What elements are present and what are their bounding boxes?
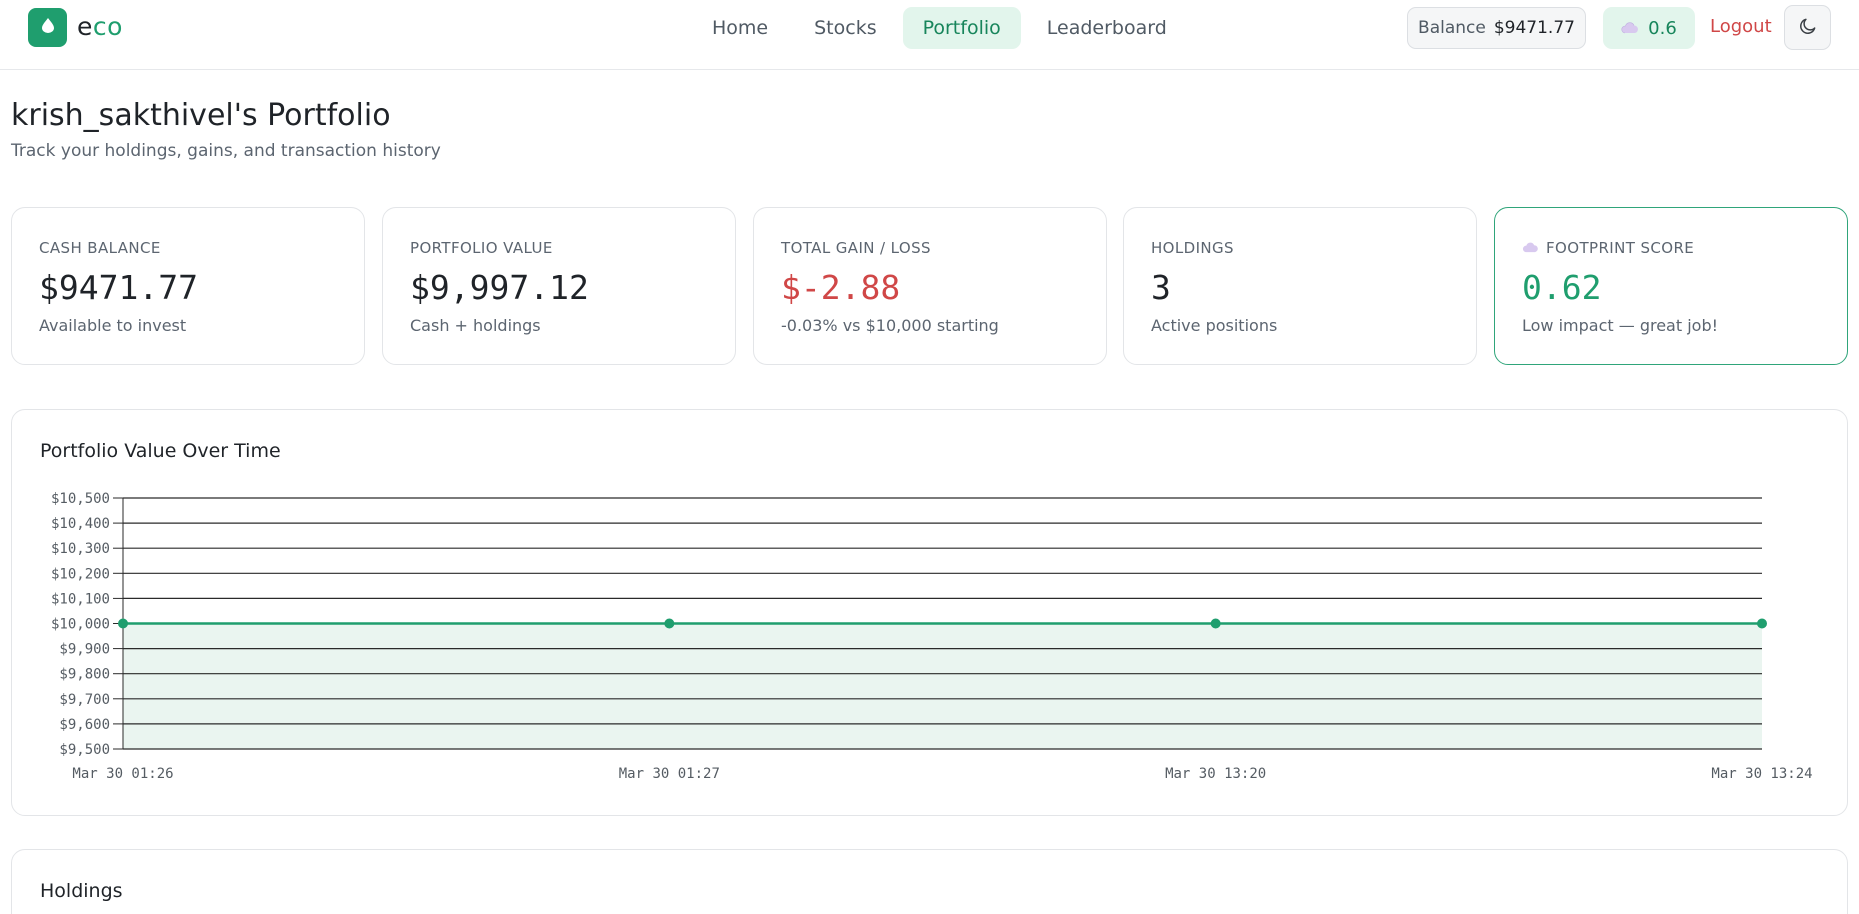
logout-button[interactable]: Logout: [1710, 16, 1772, 37]
x-tick-label: Mar 30 01:26: [72, 766, 173, 782]
y-tick-label: $10,500: [51, 491, 110, 507]
logo-mark[interactable]: [28, 8, 67, 47]
card-note: Active positions: [1151, 316, 1278, 335]
nav-leaderboard[interactable]: Leaderboard: [1027, 7, 1187, 49]
balance-pill: Balance $9471.77: [1407, 7, 1586, 49]
card-note: Available to invest: [39, 316, 187, 335]
logo-wordmark[interactable]: eco: [77, 12, 123, 41]
top-navbar: eco Home Stocks Portfolio Leaderboard Ba…: [0, 0, 1859, 70]
theme-toggle-button[interactable]: [1784, 5, 1831, 50]
footprint-score-card: FOOTPRINT SCORE 0.62 Low impact — great …: [1494, 207, 1848, 365]
moon-icon: [1798, 16, 1818, 40]
card-value: 3: [1151, 268, 1171, 307]
card-note: Low impact — great job!: [1522, 316, 1719, 335]
nav-portfolio[interactable]: Portfolio: [902, 7, 1021, 49]
x-tick-label: Mar 30 13:24: [1711, 766, 1812, 782]
chart-area-fill: [123, 623, 1762, 749]
portfolio-value-card: PORTFOLIO VALUE $9,997.12 Cash + holding…: [382, 207, 736, 365]
y-tick-label: $9,600: [59, 717, 110, 733]
card-label: CASH BALANCE: [39, 239, 161, 257]
card-value: 0.62: [1522, 268, 1602, 307]
x-tick-label: Mar 30 13:20: [1165, 766, 1266, 782]
data-point: [1757, 618, 1767, 629]
holdings-card: Holdings: [11, 849, 1848, 914]
y-tick-label: $10,100: [51, 591, 110, 607]
card-label: PORTFOLIO VALUE: [410, 239, 553, 257]
card-note: Cash + holdings: [410, 316, 541, 335]
y-tick-label: $10,000: [51, 617, 110, 633]
card-value: $-2.88: [781, 268, 901, 307]
y-tick-label: $9,800: [59, 667, 110, 683]
leaf-drop-icon: [41, 18, 54, 37]
y-tick-label: $9,500: [59, 742, 110, 758]
footprint-score-pill[interactable]: 0.6: [1603, 7, 1695, 49]
balance-label: Balance: [1418, 18, 1486, 38]
total-gain-loss-card: TOTAL GAIN / LOSS $-2.88 -0.03% vs $10,0…: [753, 207, 1107, 365]
cash-balance-card: CASH BALANCE $9471.77 Available to inves…: [11, 207, 365, 365]
holdings-count-card: HOLDINGS 3 Active positions: [1123, 207, 1477, 365]
main-nav: Home Stocks Portfolio Leaderboard: [692, 7, 1187, 49]
balance-value: $9471.77: [1493, 18, 1575, 38]
logo-rest: co: [92, 12, 123, 41]
nav-home[interactable]: Home: [692, 7, 788, 49]
data-point: [1210, 618, 1221, 629]
y-tick-label: $10,200: [51, 566, 110, 582]
holdings-title: Holdings: [40, 880, 123, 902]
card-value: $9471.77: [39, 268, 198, 307]
card-value: $9,997.12: [410, 268, 589, 307]
y-tick-label: $9,900: [59, 642, 110, 658]
card-label: HOLDINGS: [1151, 239, 1234, 257]
portfolio-chart-card: Portfolio Value Over Time $10,500 $10,400…: [11, 409, 1848, 816]
card-label-text: FOOTPRINT SCORE: [1546, 239, 1695, 257]
portfolio-value-chart: $10,500 $10,400 $10,300 $10,200 $10,100 $10,0…: [51, 491, 1813, 782]
cloud-icon: [1621, 22, 1639, 34]
nav-stocks[interactable]: Stocks: [794, 7, 896, 49]
logo-letter: e: [77, 12, 93, 41]
card-note: -0.03% vs $10,000 starting: [781, 316, 999, 335]
y-tick-label: $9,700: [59, 692, 110, 708]
score-value: 0.6: [1648, 17, 1677, 39]
cloud-icon: [1522, 239, 1539, 257]
y-tick-label: $10,300: [51, 541, 110, 557]
card-label: FOOTPRINT SCORE: [1522, 239, 1694, 257]
data-point: [118, 618, 128, 629]
page-subtitle: Track your holdings, gains, and transact…: [11, 141, 441, 161]
page-title: krish_sakthivel's Portfolio: [11, 98, 391, 133]
y-tick-label: $10,400: [51, 516, 110, 532]
card-label: TOTAL GAIN / LOSS: [781, 239, 931, 257]
data-point: [664, 618, 675, 629]
x-tick-label: Mar 30 01:27: [619, 766, 720, 782]
